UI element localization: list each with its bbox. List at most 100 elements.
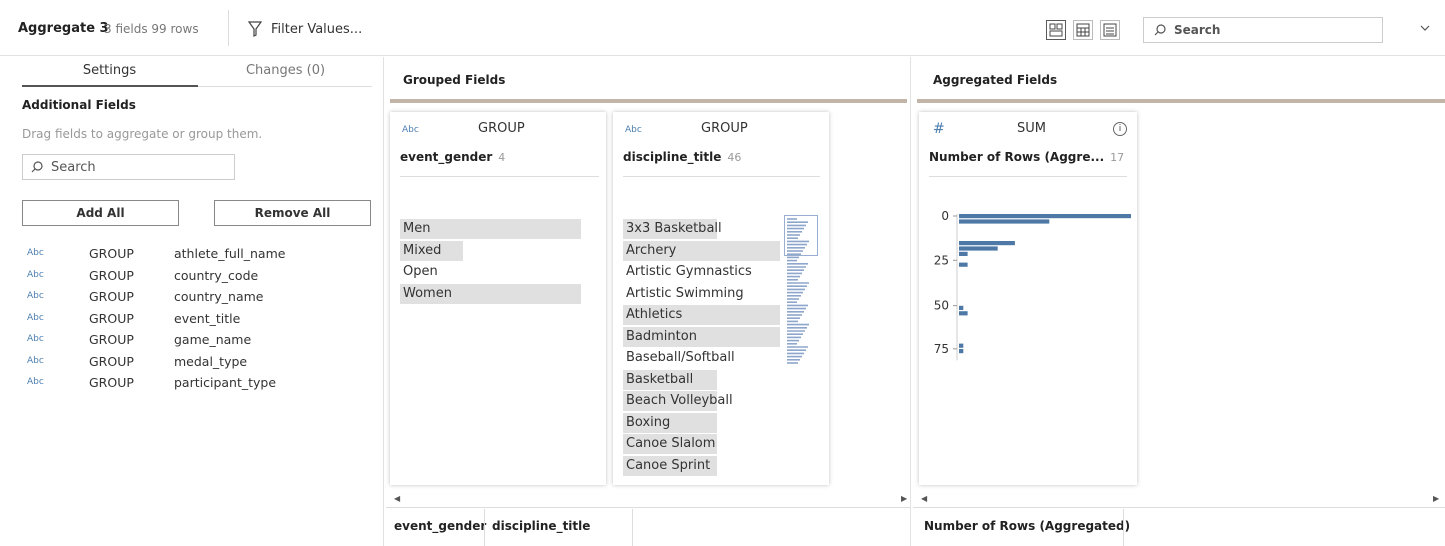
aggregated-fields-panel: Aggregated Fields # SUM i Number of Rows… (913, 57, 1445, 546)
chevron-down-icon[interactable] (1419, 22, 1431, 34)
field-row[interactable]: Abc GROUP participant_type (22, 374, 362, 394)
add-all-button[interactable]: Add All (22, 200, 179, 226)
horizontal-scrollbar[interactable]: ◀ ▶ (386, 489, 910, 505)
field-name: participant_type (174, 375, 277, 390)
field-aggregation[interactable]: GROUP (89, 332, 134, 347)
scroll-right-icon[interactable]: ▶ (901, 494, 907, 503)
column-header-number-of-rows[interactable]: Number of Rows (Aggregated) (924, 519, 1130, 533)
card-field-name: discipline_title 46 (623, 150, 741, 164)
string-type-icon: Abc (402, 125, 419, 135)
field-name: country_code (174, 268, 259, 283)
histogram-bar[interactable] (959, 246, 998, 251)
tab-changes[interactable]: Changes (0) (198, 63, 373, 78)
value-item[interactable]: Open (400, 262, 581, 282)
histogram-bar[interactable] (959, 311, 968, 316)
value-item[interactable]: Canoe Sprint (623, 455, 780, 476)
field-name: event_title (174, 311, 241, 326)
field-name: country_name (174, 289, 264, 304)
step-title: Aggregate 3 (18, 21, 109, 36)
card-distinct-count: 4 (498, 151, 506, 164)
search-icon (1154, 24, 1166, 36)
value-item[interactable]: Basketball (623, 369, 780, 390)
histogram-bar[interactable] (959, 343, 964, 348)
field-card-discipline-title[interactable]: Abc GROUP discipline_title 46 3x3 Basketb… (613, 112, 829, 485)
value-item[interactable]: Badminton (623, 326, 780, 347)
field-card-number-of-rows[interactable]: # SUM i Number of Rows (Aggre... 17 0 25 50… (919, 112, 1137, 485)
list-view-button[interactable] (1100, 20, 1120, 40)
field-row[interactable]: Abc GROUP country_name (22, 288, 362, 308)
histogram-tick-label: 75 (934, 342, 949, 356)
field-aggregation[interactable]: GROUP (89, 268, 134, 283)
filter-values-button[interactable]: Filter Values... (248, 19, 362, 39)
histogram-bar[interactable] (959, 219, 1050, 224)
value-label: Athletics (626, 307, 683, 322)
field-aggregation[interactable]: GROUP (89, 246, 134, 261)
tab-settings[interactable]: Settings (22, 63, 197, 78)
value-item[interactable]: Women (400, 283, 581, 304)
field-aggregation[interactable]: GROUP (89, 311, 134, 326)
histogram-bar[interactable] (959, 262, 968, 267)
value-item[interactable]: Boxing (623, 412, 780, 433)
grid-header-top-border (913, 507, 1445, 508)
card-aggregation[interactable]: GROUP (701, 121, 748, 136)
field-row[interactable]: Abc GROUP athlete_full_name (22, 245, 362, 265)
field-name: game_name (174, 332, 252, 347)
value-item[interactable]: Men (400, 219, 581, 239)
scroll-left-icon[interactable]: ◀ (394, 494, 400, 503)
histogram[interactable]: 0 25 50 75 (919, 208, 1137, 388)
field-row[interactable]: Abc GROUP country_code (22, 267, 362, 287)
scroll-left-icon[interactable]: ◀ (921, 494, 927, 503)
info-icon[interactable]: i (1113, 122, 1127, 136)
horizontal-scrollbar[interactable]: ◀ ▶ (913, 489, 1445, 505)
tab-divider (198, 86, 372, 87)
fields-search-input[interactable]: Search (22, 154, 235, 180)
value-item[interactable]: Beach Volleyball (623, 391, 780, 411)
scroll-right-icon[interactable]: ▶ (1433, 494, 1439, 503)
histogram-bar[interactable] (959, 214, 1131, 219)
fields-search-placeholder: Search (51, 159, 96, 175)
card-aggregation[interactable]: GROUP (478, 121, 525, 136)
toolbar-search-placeholder: Search (1174, 23, 1221, 37)
field-aggregation[interactable]: GROUP (89, 289, 134, 304)
value-item[interactable]: Mixed (400, 240, 581, 261)
column-divider (1123, 509, 1124, 546)
value-item[interactable]: Archery (623, 240, 780, 261)
string-type-icon: Abc (27, 248, 44, 258)
field-aggregation[interactable]: GROUP (89, 354, 134, 369)
toolbar-search-input[interactable]: Search (1143, 17, 1383, 43)
value-item[interactable]: Canoe Slalom (623, 434, 780, 454)
string-type-icon: Abc (625, 125, 642, 135)
profile-pane-view-button[interactable] (1046, 20, 1066, 40)
histogram-bar[interactable] (959, 349, 964, 354)
field-row[interactable]: Abc GROUP event_title (22, 310, 362, 330)
grid-view-button[interactable] (1073, 20, 1093, 40)
column-divider (632, 509, 633, 546)
histogram-bar[interactable] (959, 241, 1015, 246)
card-aggregation[interactable]: SUM (1017, 121, 1046, 136)
field-row[interactable]: Abc GROUP medal_type (22, 353, 362, 373)
toolbar: Aggregate 3 3 fields 99 rows Filter Valu… (0, 0, 1445, 56)
value-item[interactable]: Artistic Swimming (623, 284, 780, 304)
column-header-event-gender[interactable]: event_gender (394, 519, 486, 533)
remove-all-button[interactable]: Remove All (214, 200, 371, 226)
section-title: Additional Fields (22, 98, 136, 112)
grid-view-icon (1076, 23, 1090, 37)
step-meta: 3 fields 99 rows (104, 22, 199, 36)
value-overview-scrollbar[interactable] (784, 215, 820, 367)
field-row[interactable]: Abc GROUP game_name (22, 331, 362, 351)
value-label: Artistic Swimming (626, 285, 744, 301)
filter-values-label: Filter Values... (271, 21, 363, 37)
value-item[interactable]: Baseball/Softball (623, 348, 780, 368)
value-label: Archery (626, 242, 677, 258)
card-divider (400, 176, 599, 177)
value-item[interactable]: Athletics (623, 305, 780, 325)
histogram-bar[interactable] (959, 251, 968, 256)
value-item[interactable]: Artistic Gymnastics (623, 262, 780, 282)
field-aggregation[interactable]: GROUP (89, 375, 134, 390)
histogram-bar[interactable] (959, 305, 964, 310)
field-card-event-gender[interactable]: Abc GROUP event_gender 4 Men Mixed Open Wome… (390, 112, 606, 485)
value-item[interactable]: 3x3 Basketball (623, 219, 780, 239)
value-label: Men (403, 221, 431, 236)
column-header-discipline-title[interactable]: discipline_title (492, 519, 590, 533)
value-label: Open (403, 264, 438, 279)
